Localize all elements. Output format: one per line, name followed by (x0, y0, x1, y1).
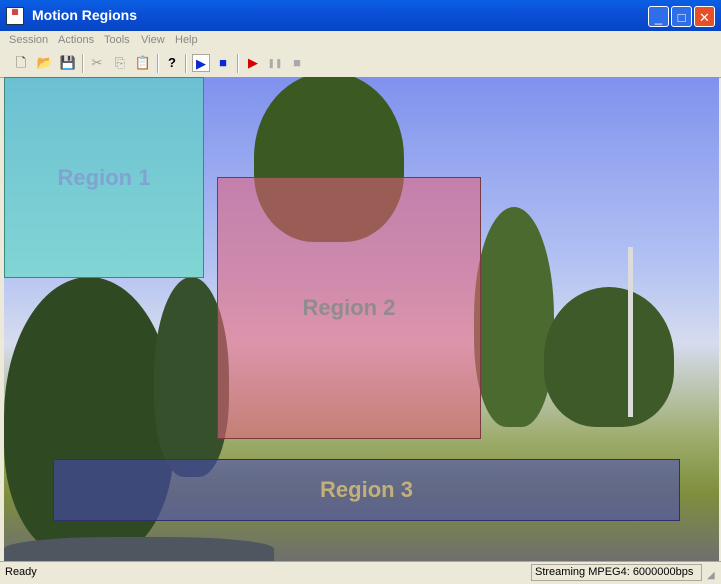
maximize-button[interactable]: □ (671, 6, 692, 27)
toolbar: 🗋 📂 💾 ✂ ⎘ 📋 ? ▶ ■ ▶ ❚❚ ■ (0, 50, 721, 78)
minimize-button[interactable]: _ (648, 6, 669, 27)
app-icon: ▦ (6, 7, 24, 25)
status-text: Ready (5, 566, 37, 578)
stop-icon[interactable]: ■ (214, 54, 232, 72)
tree-shape (544, 287, 674, 427)
video-view[interactable]: Region 1 Region 2 Region 3 (4, 77, 719, 561)
menu-help[interactable]: Help (175, 34, 198, 46)
open-folder-icon[interactable]: 📂 (36, 54, 54, 72)
help-icon[interactable]: ? (163, 54, 181, 72)
save-icon[interactable]: 💾 (59, 54, 77, 72)
utility-pole (628, 247, 633, 417)
region-label: Region 2 (302, 295, 396, 320)
status-bar: Ready Streaming MPEG4: 6000000bps ◢ (0, 561, 721, 584)
paste-icon[interactable]: 📋 (134, 54, 152, 72)
menu-view[interactable]: View (141, 34, 165, 46)
menu-tools[interactable]: Tools (104, 34, 130, 46)
motion-region-2[interactable]: Region 2 (217, 177, 481, 439)
cut-icon[interactable]: ✂ (88, 54, 106, 72)
toolbar-separator (157, 54, 159, 73)
streaming-status: Streaming MPEG4: 6000000bps (531, 564, 702, 581)
pause-icon[interactable]: ❚❚ (266, 54, 284, 72)
menu-session[interactable]: Session (9, 34, 48, 46)
region-label: Region 3 (320, 477, 413, 502)
record-icon[interactable]: ▶ (244, 54, 262, 72)
car-shape (4, 537, 274, 561)
title-bar[interactable]: ▦ Motion Regions _ □ ✕ (0, 0, 721, 31)
copy-icon[interactable]: ⎘ (111, 54, 129, 72)
play-icon[interactable]: ▶ (192, 54, 210, 72)
new-file-icon[interactable]: 🗋 (12, 54, 30, 72)
resize-grip-icon[interactable]: ◢ (707, 570, 719, 582)
tree-shape (474, 207, 554, 427)
stop-disabled-icon[interactable]: ■ (288, 54, 306, 72)
toolbar-separator (185, 54, 187, 73)
region-label: Region 1 (57, 164, 151, 190)
toolbar-separator (237, 54, 239, 73)
close-button[interactable]: ✕ (694, 6, 715, 27)
motion-region-1[interactable]: Region 1 (4, 77, 204, 278)
menu-bar: Session Actions Tools View Help (0, 31, 721, 50)
menu-actions[interactable]: Actions (58, 34, 94, 46)
motion-region-3[interactable]: Region 3 (53, 459, 680, 521)
window-title: Motion Regions (32, 7, 137, 23)
toolbar-separator (82, 54, 84, 73)
